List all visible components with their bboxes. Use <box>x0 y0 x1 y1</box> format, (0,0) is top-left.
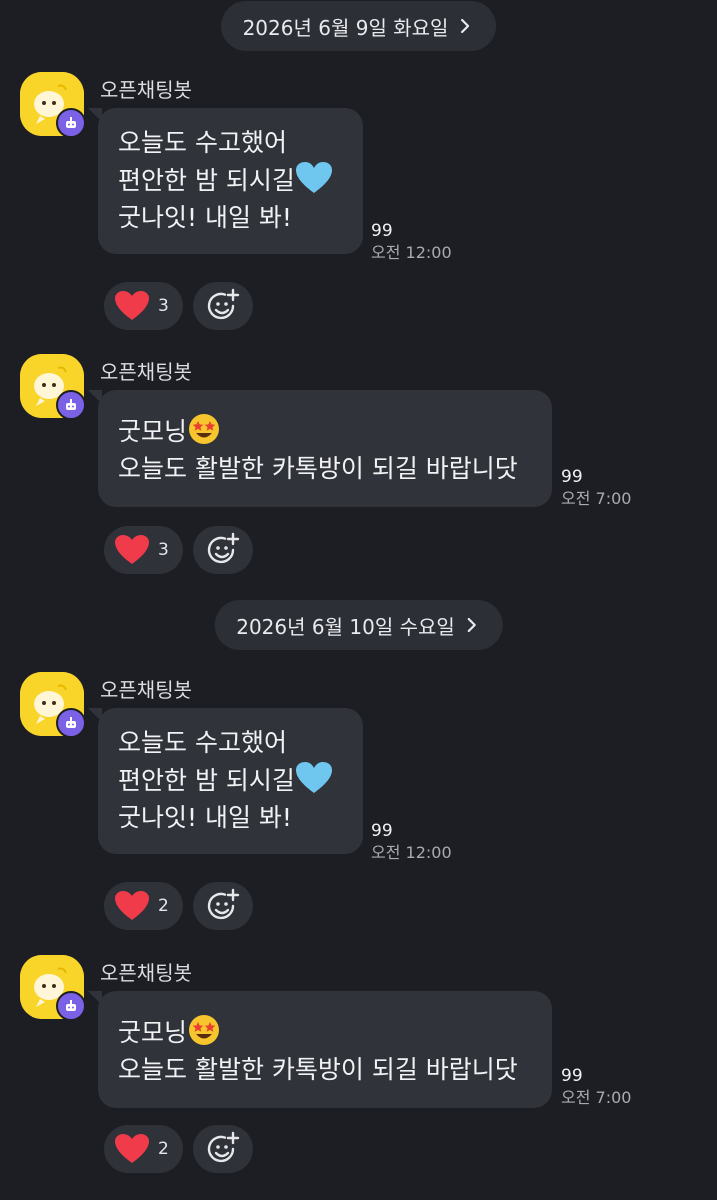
message-time: 오전 7:00 <box>561 1088 632 1107</box>
reaction-count: 2 <box>158 1139 169 1159</box>
reactions: 3 <box>104 526 253 574</box>
star-struck-emoji <box>189 1015 220 1045</box>
message-bubble[interactable]: 굿모닝 오늘도 활발한 카톡방이 되길 바랍니닷 <box>98 390 552 507</box>
message-meta: 99 오전 12:00 <box>371 820 452 864</box>
avatar[interactable] <box>20 72 86 138</box>
read-count: 99 <box>561 467 583 487</box>
message-line: 오늘도 수고했어 <box>118 728 287 757</box>
bot-badge-icon <box>56 390 86 420</box>
avatar[interactable] <box>20 955 86 1021</box>
heart-icon <box>115 535 149 564</box>
add-reaction-button[interactable] <box>192 526 253 574</box>
chevron-right-icon <box>467 617 476 633</box>
heart-icon <box>115 1134 149 1163</box>
reactions: 3 <box>104 282 253 330</box>
heart-reaction[interactable]: 3 <box>104 282 183 330</box>
add-reaction-icon <box>207 888 240 920</box>
reaction-count: 3 <box>158 540 169 560</box>
add-reaction-icon <box>207 288 240 320</box>
bot-badge-icon <box>56 708 86 738</box>
chat-view: 2026년 6월 9일 화요일 오픈채팅봇 오늘도 수고했어 편안한 밤 되시길… <box>0 0 717 1200</box>
read-count: 99 <box>371 821 393 841</box>
message-line: 굿모닝 <box>118 412 530 450</box>
heart-reaction[interactable]: 2 <box>104 882 183 930</box>
message-bubble[interactable]: 굿모닝 오늘도 활발한 카톡방이 되길 바랍니닷 <box>98 991 552 1108</box>
reaction-count: 3 <box>158 296 169 316</box>
blue-heart-emoji <box>295 762 332 793</box>
sender-name: 오픈채팅봇 <box>100 961 192 985</box>
sender-name: 오픈채팅봇 <box>100 360 192 384</box>
read-count: 99 <box>561 1066 583 1086</box>
message-bubble[interactable]: 오늘도 수고했어 편안한 밤 되시길 굿나잇! 내일 봐! <box>98 108 363 254</box>
message-meta: 99 오전 12:00 <box>371 220 452 264</box>
bot-badge-icon <box>56 108 86 138</box>
message-line: 오늘도 활발한 카톡방이 되길 바랍니닷 <box>118 1055 518 1084</box>
date-label: 2026년 6월 10일 수요일 <box>236 614 455 639</box>
message-line: 굿나잇! 내일 봐! <box>118 203 292 232</box>
message-line: 굿모닝 <box>118 1013 530 1051</box>
date-label: 2026년 6월 9일 화요일 <box>242 15 449 40</box>
message-meta: 99 오전 7:00 <box>561 1065 631 1109</box>
add-reaction-button[interactable] <box>192 882 253 930</box>
avatar[interactable] <box>20 672 86 738</box>
reaction-count: 2 <box>158 896 169 916</box>
message-line: 굿나잇! 내일 봐! <box>118 803 292 832</box>
reactions: 2 <box>104 882 253 930</box>
message-time: 오전 7:00 <box>561 489 632 508</box>
sender-name: 오픈채팅봇 <box>100 78 192 102</box>
heart-reaction[interactable]: 2 <box>104 1125 183 1173</box>
message-bubble[interactable]: 오늘도 수고했어 편안한 밤 되시길 굿나잇! 내일 봐! <box>98 708 363 854</box>
heart-reaction[interactable]: 3 <box>104 526 183 574</box>
heart-icon <box>115 291 149 320</box>
date-divider[interactable]: 2026년 6월 10일 수요일 <box>214 600 503 650</box>
bot-badge-icon <box>56 991 86 1021</box>
message-line: 편안한 밤 되시길 <box>118 161 341 199</box>
add-reaction-icon <box>207 1131 240 1163</box>
avatar[interactable] <box>20 354 86 420</box>
message-line: 오늘도 수고했어 <box>118 128 287 157</box>
sender-name: 오픈채팅봇 <box>100 678 192 702</box>
message-line: 편안한 밤 되시길 <box>118 761 341 799</box>
add-reaction-button[interactable] <box>192 282 253 330</box>
blue-heart-emoji <box>295 162 332 193</box>
read-count: 99 <box>371 221 393 241</box>
heart-icon <box>115 891 149 920</box>
chevron-right-icon <box>461 18 470 34</box>
star-struck-emoji <box>189 414 220 444</box>
message-line: 오늘도 활발한 카톡방이 되길 바랍니닷 <box>118 454 518 483</box>
message-time: 오전 12:00 <box>371 243 452 262</box>
date-divider[interactable]: 2026년 6월 9일 화요일 <box>220 1 497 51</box>
message-time: 오전 12:00 <box>371 843 452 862</box>
reactions: 2 <box>104 1125 253 1173</box>
add-reaction-button[interactable] <box>192 1125 253 1173</box>
message-meta: 99 오전 7:00 <box>561 466 631 510</box>
add-reaction-icon <box>207 532 240 564</box>
